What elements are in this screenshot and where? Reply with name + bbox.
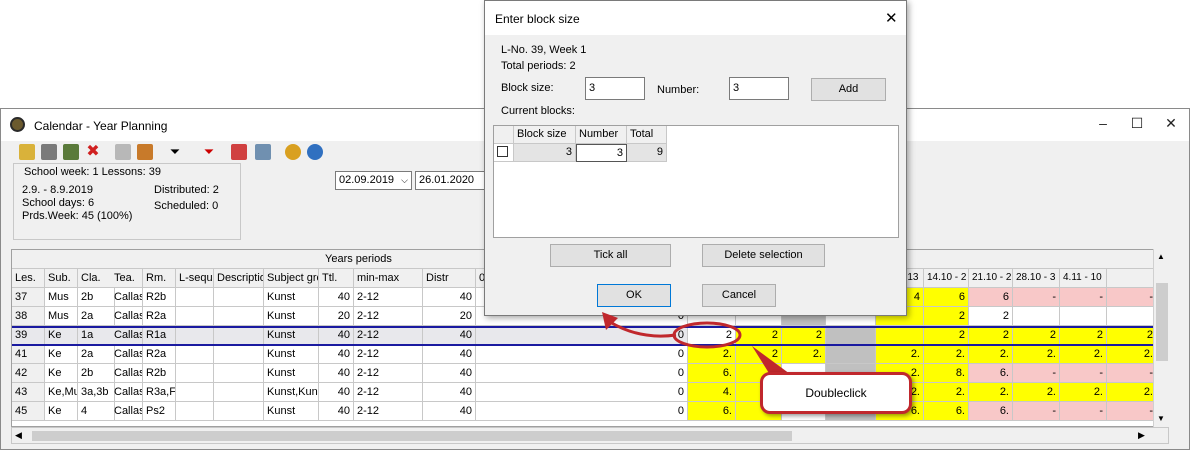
highlight-ellipse bbox=[672, 321, 742, 349]
arrow-head bbox=[602, 312, 618, 330]
annotation-overlay bbox=[602, 312, 790, 378]
doubleclick-callout: Doubleclick bbox=[760, 372, 912, 414]
arrow-to-dialog bbox=[609, 320, 677, 338]
